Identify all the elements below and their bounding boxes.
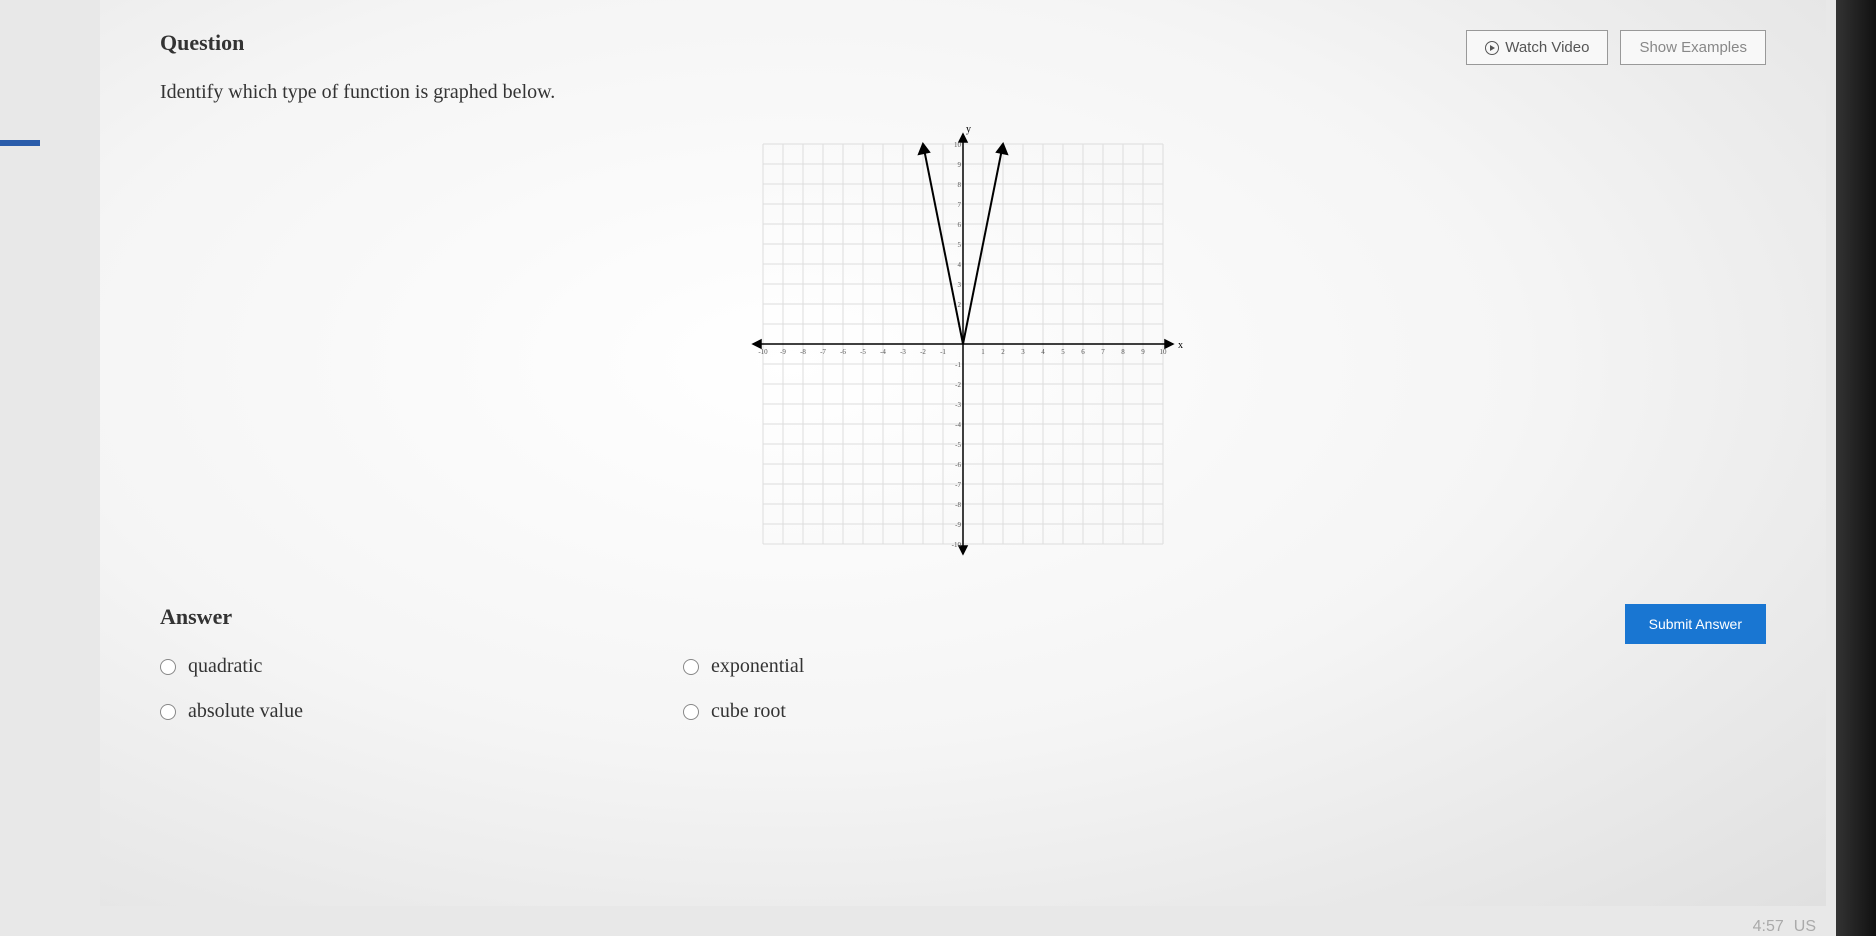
taskbar-lang: US <box>1794 918 1816 936</box>
svg-text:1: 1 <box>981 348 985 356</box>
header-row: Question Watch Video Show Examples <box>160 30 1766 81</box>
svg-text:-4: -4 <box>880 348 886 356</box>
radio-icon <box>160 704 176 720</box>
question-heading: Question <box>160 30 244 56</box>
svg-text:2: 2 <box>1001 348 1005 356</box>
option-quadratic[interactable]: quadratic <box>160 655 303 678</box>
svg-text:-9: -9 <box>780 348 786 356</box>
svg-text:-2: -2 <box>920 348 926 356</box>
svg-text:8: 8 <box>1121 348 1125 356</box>
svg-text:3: 3 <box>958 281 962 289</box>
answer-col-2: exponential cube root <box>683 655 804 723</box>
graph-container: x y -10 -9 -8 -7 -6 -5 -4 -3 -2 -1 1 2 3 4 5 6 7 8 9 10 10… <box>160 124 1766 564</box>
option-exponential[interactable]: exponential <box>683 655 804 678</box>
svg-text:-4: -4 <box>955 421 961 429</box>
svg-text:4: 4 <box>958 261 962 269</box>
play-icon <box>1485 41 1499 55</box>
svg-text:-3: -3 <box>955 401 961 409</box>
taskbar-time: 4:57 <box>1753 918 1784 936</box>
svg-text:7: 7 <box>1101 348 1105 356</box>
svg-text:-1: -1 <box>940 348 946 356</box>
question-panel: Question Watch Video Show Examples Ident… <box>100 0 1826 906</box>
svg-text:7: 7 <box>958 201 962 209</box>
taskbar-fragment: 4:57 US <box>1753 918 1816 936</box>
show-examples-button[interactable]: Show Examples <box>1620 30 1766 65</box>
submit-answer-button[interactable]: Submit Answer <box>1625 604 1766 644</box>
svg-text:-8: -8 <box>800 348 806 356</box>
svg-text:9: 9 <box>958 161 962 169</box>
radio-icon <box>160 659 176 675</box>
svg-text:6: 6 <box>958 221 962 229</box>
svg-text:-5: -5 <box>860 348 866 356</box>
answer-options: quadratic absolute value exponential <box>160 655 804 723</box>
svg-text:-8: -8 <box>955 501 961 509</box>
svg-text:10: 10 <box>1160 348 1168 356</box>
function-graph: x y -10 -9 -8 -7 -6 -5 -4 -3 -2 -1 1 2 3 4 5 6 7 8 9 10 10… <box>743 124 1183 564</box>
svg-text:-5: -5 <box>955 441 961 449</box>
show-examples-label: Show Examples <box>1639 39 1747 56</box>
svg-text:-6: -6 <box>840 348 846 356</box>
watch-video-button[interactable]: Watch Video <box>1466 30 1608 65</box>
answer-heading: Answer <box>160 604 804 630</box>
svg-text:9: 9 <box>1141 348 1145 356</box>
svg-text:8: 8 <box>958 181 962 189</box>
svg-text:-7: -7 <box>820 348 826 356</box>
x-axis-label: x <box>1178 340 1183 351</box>
svg-text:6: 6 <box>1081 348 1085 356</box>
header-buttons: Watch Video Show Examples <box>1466 30 1766 65</box>
option-cube-root[interactable]: cube root <box>683 700 804 723</box>
y-axis-label: y <box>966 124 971 135</box>
y-tick-labels: 10987654321 -1-2-3-4-5-6-7-8-9-10 <box>952 141 962 549</box>
svg-text:10: 10 <box>954 141 962 149</box>
svg-text:-6: -6 <box>955 461 961 469</box>
svg-text:-2: -2 <box>955 381 961 389</box>
option-label: absolute value <box>188 700 303 723</box>
answer-section: Answer quadratic absolute value <box>160 604 1766 723</box>
right-edge <box>1836 0 1876 936</box>
svg-text:-10: -10 <box>952 541 962 549</box>
svg-text:-10: -10 <box>758 348 768 356</box>
svg-text:4: 4 <box>1041 348 1045 356</box>
svg-text:3: 3 <box>1021 348 1025 356</box>
svg-text:-3: -3 <box>900 348 906 356</box>
radio-icon <box>683 659 699 675</box>
svg-text:5: 5 <box>958 241 962 249</box>
answer-col-1: quadratic absolute value <box>160 655 303 723</box>
watch-video-label: Watch Video <box>1505 39 1589 56</box>
option-absolute-value[interactable]: absolute value <box>160 700 303 723</box>
question-prompt: Identify which type of function is graph… <box>160 81 1766 104</box>
svg-text:-1: -1 <box>955 361 961 369</box>
option-label: exponential <box>711 655 804 678</box>
svg-text:-9: -9 <box>955 521 961 529</box>
radio-icon <box>683 704 699 720</box>
option-label: quadratic <box>188 655 262 678</box>
svg-text:5: 5 <box>1061 348 1065 356</box>
svg-text:-7: -7 <box>955 481 961 489</box>
svg-text:2: 2 <box>958 301 962 309</box>
option-label: cube root <box>711 700 786 723</box>
progress-marker <box>0 140 40 146</box>
